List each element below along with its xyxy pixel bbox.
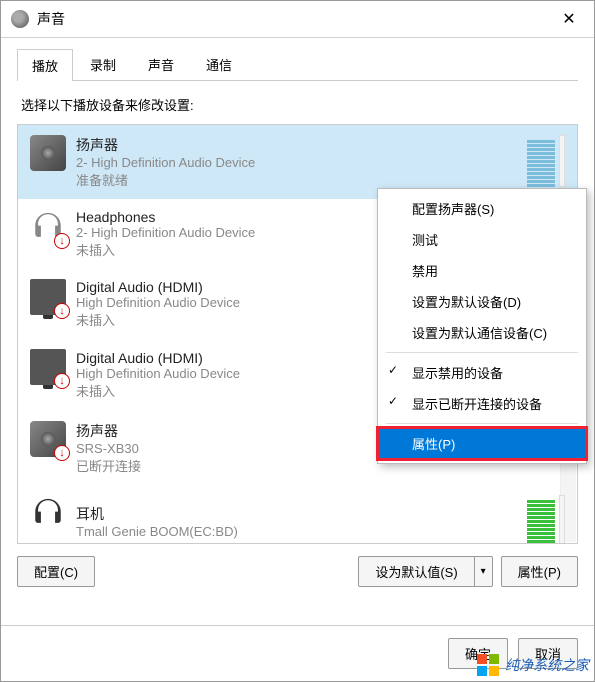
level-side bbox=[559, 495, 565, 543]
instruction-text: 选择以下播放设备来修改设置: bbox=[21, 95, 578, 114]
device-name: 扬声器 bbox=[76, 135, 527, 155]
sound-dialog: 声音 ✕ 播放 录制 声音 通信 选择以下播放设备来修改设置: 扬声器 2- H… bbox=[0, 0, 595, 682]
dialog-title: 声音 bbox=[37, 9, 554, 29]
monitor-icon: ↓ bbox=[30, 349, 66, 385]
menu-separator bbox=[386, 423, 578, 424]
tab-sounds[interactable]: 声音 bbox=[133, 48, 189, 80]
monitor-icon: ↓ bbox=[30, 279, 66, 315]
level-side bbox=[559, 135, 565, 187]
level-meter bbox=[527, 495, 555, 543]
properties-button[interactable]: 属性(P) bbox=[501, 556, 578, 587]
menu-configure-speakers[interactable]: 配置扬声器(S) bbox=[378, 193, 586, 224]
menu-disable[interactable]: 禁用 bbox=[378, 255, 586, 286]
menu-set-default-comm[interactable]: 设置为默认通信设备(C) bbox=[378, 317, 586, 348]
speaker-icon: ↓ bbox=[30, 421, 66, 457]
menu-show-disconnected[interactable]: ✓ 显示已断开连接的设备 bbox=[378, 388, 586, 419]
check-icon: ✓ bbox=[388, 363, 398, 377]
sound-icon bbox=[11, 10, 29, 28]
tab-strip: 播放 录制 声音 通信 bbox=[17, 48, 578, 81]
action-row: 配置(C) 设为默认值(S) ▾ 属性(P) bbox=[17, 544, 578, 599]
device-sub: 2- High Definition Audio Device bbox=[76, 155, 527, 170]
menu-show-disabled[interactable]: ✓ 显示禁用的设备 bbox=[378, 357, 586, 388]
set-default-button[interactable]: 设为默认值(S) bbox=[358, 556, 474, 587]
disconnected-badge-icon: ↓ bbox=[54, 445, 70, 461]
set-default-dropdown[interactable]: ▾ bbox=[475, 556, 493, 587]
menu-test[interactable]: 测试 bbox=[378, 224, 586, 255]
tab-playback[interactable]: 播放 bbox=[17, 49, 73, 81]
tab-communications[interactable]: 通信 bbox=[191, 48, 247, 80]
speaker-icon bbox=[30, 135, 66, 171]
device-info: 耳机 Tmall Genie BOOM(EC:BD) bbox=[76, 495, 527, 543]
titlebar: 声音 ✕ bbox=[1, 1, 594, 38]
configure-button[interactable]: 配置(C) bbox=[17, 556, 95, 587]
context-menu: 配置扬声器(S) 测试 禁用 设置为默认设备(D) 设置为默认通信设备(C) ✓… bbox=[377, 188, 587, 464]
device-status: 准备就绪 bbox=[76, 170, 527, 189]
headphones-icon bbox=[30, 495, 66, 531]
menu-properties[interactable]: 属性(P) bbox=[378, 428, 586, 459]
menu-set-default-device[interactable]: 设置为默认设备(D) bbox=[378, 286, 586, 317]
unplugged-badge-icon: ↓ bbox=[54, 303, 70, 319]
set-default-split: 设为默认值(S) ▾ bbox=[358, 556, 492, 587]
level-meter bbox=[527, 135, 555, 187]
headphones-icon: ↓ bbox=[30, 209, 66, 245]
unplugged-badge-icon: ↓ bbox=[54, 233, 70, 249]
close-button[interactable]: ✕ bbox=[554, 7, 584, 31]
device-item[interactable]: 耳机 Tmall Genie BOOM(EC:BD) bbox=[18, 485, 577, 543]
device-name: 耳机 bbox=[76, 504, 527, 524]
unplugged-badge-icon: ↓ bbox=[54, 373, 70, 389]
check-icon: ✓ bbox=[388, 394, 398, 408]
menu-label: 显示禁用的设备 bbox=[412, 366, 503, 381]
device-info: 扬声器 2- High Definition Audio Device 准备就绪 bbox=[76, 135, 527, 189]
branding-overlay: 纯净系统之家 bbox=[477, 654, 589, 676]
menu-label: 显示已断开连接的设备 bbox=[412, 397, 542, 412]
device-sub: Tmall Genie BOOM(EC:BD) bbox=[76, 524, 527, 539]
menu-separator bbox=[386, 352, 578, 353]
branding-text: 纯净系统之家 bbox=[505, 655, 589, 675]
windows-logo-icon bbox=[477, 654, 499, 676]
tab-recording[interactable]: 录制 bbox=[75, 48, 131, 80]
